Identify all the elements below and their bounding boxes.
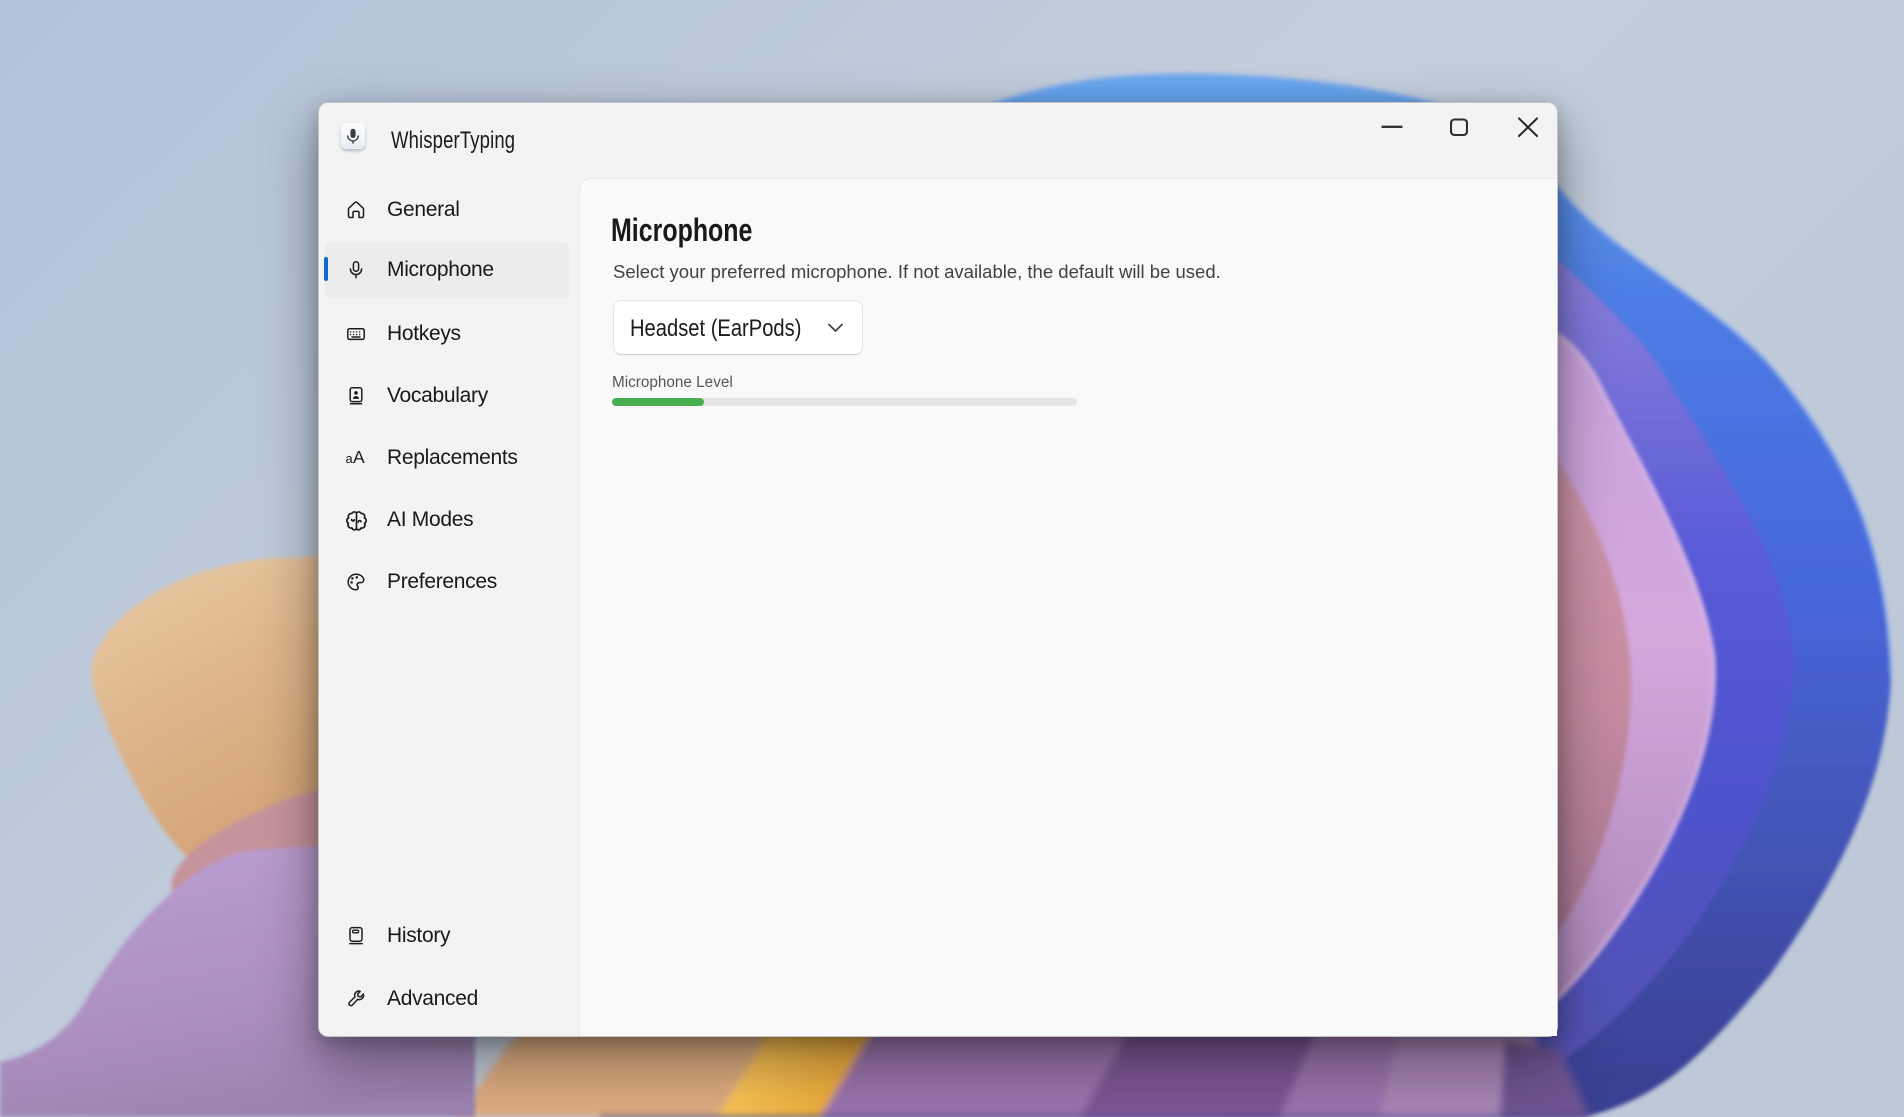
- svg-text:A: A: [353, 448, 365, 467]
